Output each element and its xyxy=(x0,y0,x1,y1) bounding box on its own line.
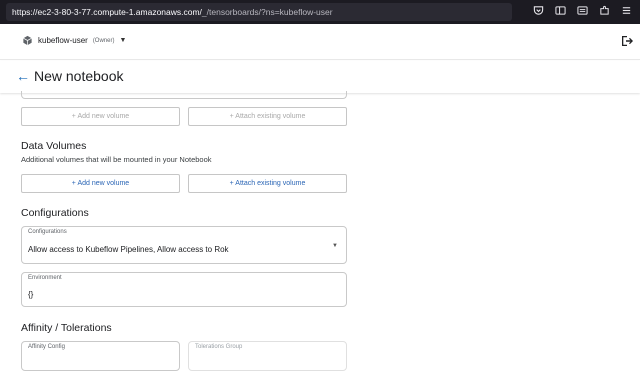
namespace-cube-icon xyxy=(23,35,32,46)
app-header: kubeflow-user (Owner) ▼ xyxy=(0,24,640,60)
address-url: https://ec2-3-80-3-77.compute-1.amazonaw… xyxy=(12,7,333,17)
namespace-selector[interactable]: kubeflow-user (Owner) ▼ xyxy=(22,35,126,46)
tolerations-group-select[interactable]: Tolerations Group xyxy=(188,341,347,371)
menu-icon[interactable] xyxy=(620,5,632,17)
address-bar[interactable]: https://ec2-3-80-3-77.compute-1.amazonaw… xyxy=(6,3,512,21)
data-volumes-title: Data Volumes xyxy=(21,140,87,152)
page-title: New notebook xyxy=(34,68,124,84)
page-title-bar: ← New notebook xyxy=(0,61,640,93)
reader-icon[interactable] xyxy=(576,5,588,17)
attach-data-volume-button[interactable]: + Attach existing volume xyxy=(188,174,347,193)
configurations-title: Configurations xyxy=(21,207,89,219)
configurations-select-label: Configurations xyxy=(28,229,67,235)
environment-label: Environment xyxy=(28,275,62,281)
namespace-name: kubeflow-user xyxy=(38,36,88,45)
logout-icon[interactable] xyxy=(620,34,634,48)
add-workspace-volume-button[interactable]: + Add new volume xyxy=(21,107,180,126)
namespace-role: (Owner) xyxy=(92,37,115,44)
affinity-config-select[interactable]: Affinity Config xyxy=(21,341,180,371)
workspace-volume-field xyxy=(21,91,347,99)
pocket-icon[interactable] xyxy=(532,5,544,17)
attach-workspace-volume-button[interactable]: + Attach existing volume xyxy=(188,107,347,126)
chevron-down-icon: ▼ xyxy=(119,37,127,44)
browser-toolbar: https://ec2-3-80-3-77.compute-1.amazonaw… xyxy=(0,0,640,24)
configurations-select-value: Allow access to Kubeflow Pipelines, Allo… xyxy=(28,245,229,254)
extensions-icon[interactable] xyxy=(598,5,610,17)
environment-value: {} xyxy=(28,290,34,299)
affinity-title: Affinity / Tolerations xyxy=(21,322,112,334)
affinity-config-label: Affinity Config xyxy=(28,344,65,350)
data-volumes-subtitle: Additional volumes that will be mounted … xyxy=(21,155,212,164)
back-arrow-icon[interactable]: ← xyxy=(16,68,30,84)
environment-field[interactable]: Environment {} xyxy=(21,272,347,307)
add-data-volume-button[interactable]: + Add new volume xyxy=(21,174,180,193)
dropdown-caret-icon: ▼ xyxy=(332,243,338,249)
library-icon[interactable] xyxy=(554,5,566,17)
tolerations-group-label: Tolerations Group xyxy=(195,344,243,350)
configurations-select[interactable]: Configurations Allow access to Kubeflow … xyxy=(21,226,347,264)
